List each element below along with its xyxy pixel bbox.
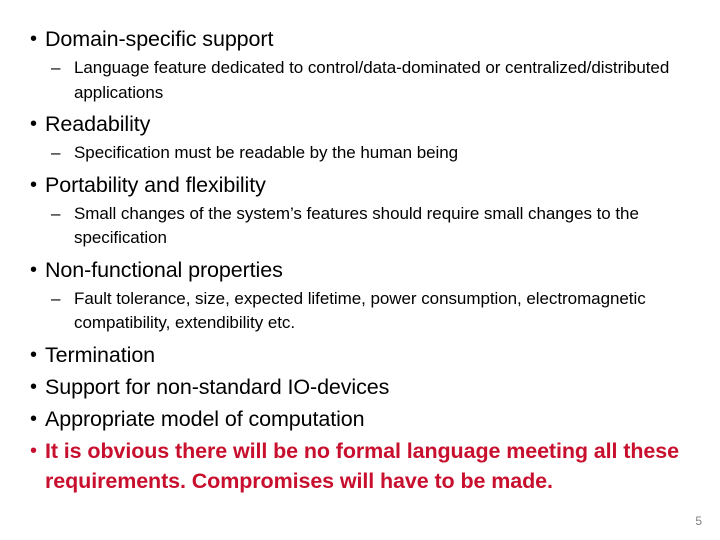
bullet-text: Specification must be readable by the hu… [74,143,459,162]
bullet-text: Termination [45,342,156,367]
bullet-item-level-2: – Small changes of the system’s features … [22,202,698,251]
bullet-icon: • [30,375,38,398]
bullet-item-level-1: • Appropriate model of computation [22,404,698,435]
bullet-text: Non-functional properties [45,257,283,282]
bullet-text: Language feature dedicated to control/da… [74,58,670,102]
bullet-item-level-1: • Support for non-standard IO-devices [22,372,698,403]
dash-icon: – [51,58,61,77]
bullet-icon: • [30,343,38,366]
bullet-text: Support for non-standard IO-devices [45,374,390,399]
bullet-item-level-1: • Readability [22,109,698,140]
bullet-item-level-1: • It is obvious there will be no formal l… [22,436,698,496]
bullet-item-level-2: – Specification must be readable by the h… [22,141,698,166]
bullet-text: Small changes of the system’s features s… [74,203,639,248]
bullet-text: Fault tolerance, size, expected lifetime… [74,288,646,333]
page-number: 5 [695,514,702,528]
dash-icon: – [51,143,61,162]
dash-icon: – [51,203,61,223]
bullet-icon: • [30,439,38,462]
dash-icon: – [51,288,61,308]
bullet-text: Readability [45,112,151,136]
bullet-text: Appropriate model of computation [45,406,365,431]
bullet-item-level-1: • Non-functional properties [22,255,698,286]
bullet-icon: • [30,258,38,281]
bullet-text: Portability and flexibility [45,172,266,197]
slide-canvas: • Domain-specific support – Language featur… [0,0,720,540]
bullet-list: • Domain-specific support – Language featur… [22,24,698,497]
bullet-item-level-1: • Termination [22,340,698,371]
bullet-item-level-1: • Domain-specific support [22,24,698,55]
bullet-text: Domain-specific support [45,27,274,51]
bullet-icon: • [30,173,38,196]
bullet-item-level-1: • Portability and flexibility [22,170,698,201]
bullet-icon: • [30,113,38,135]
bullet-item-level-2: – Language feature dedicated to control/d… [22,56,698,105]
bullet-icon: • [30,28,38,50]
bullet-item-level-2: – Fault tolerance, size, expected lifetim… [22,287,698,336]
bullet-text: It is obvious there will be no formal la… [45,438,679,493]
bullet-icon: • [30,407,38,430]
